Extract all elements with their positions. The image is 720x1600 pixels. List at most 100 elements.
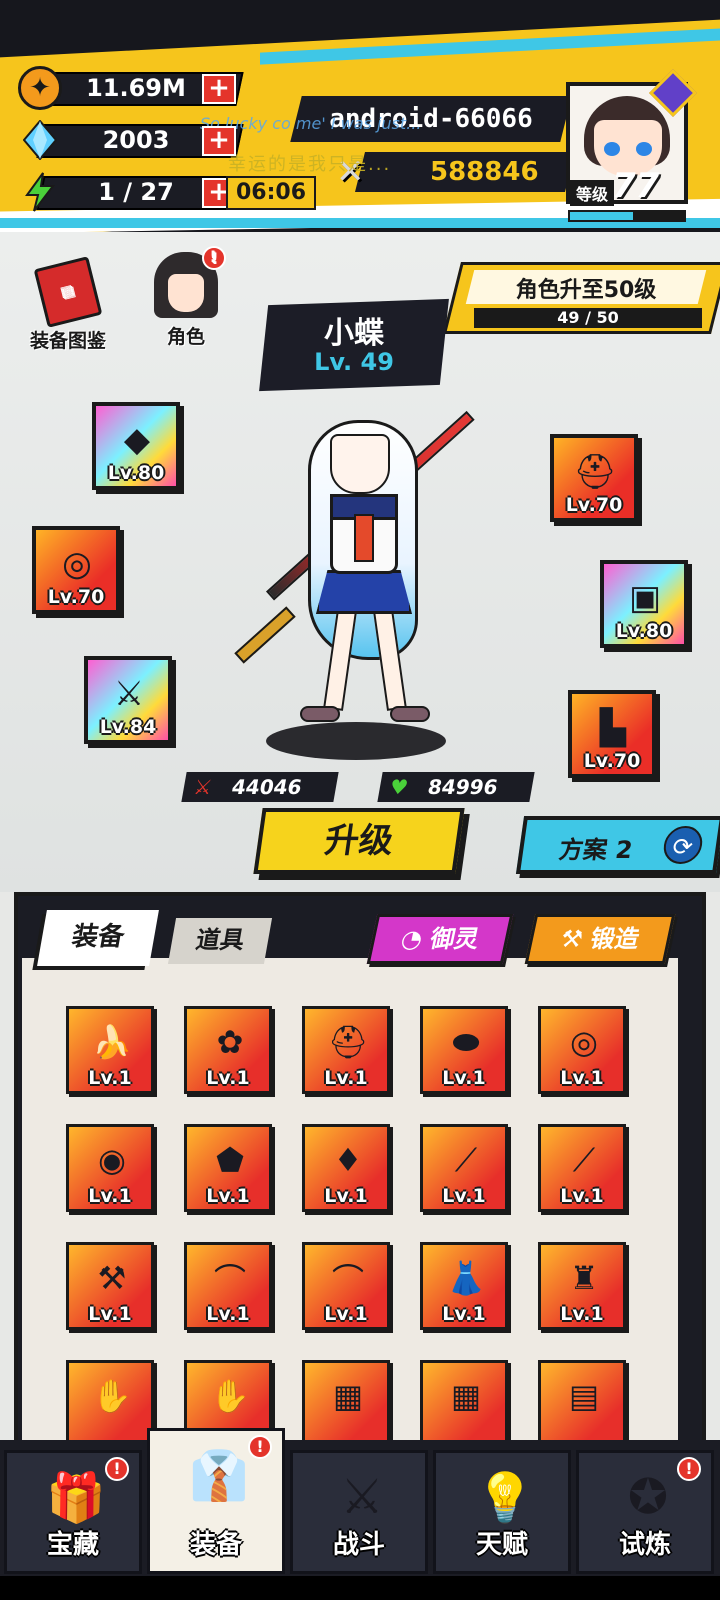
system-bar xyxy=(0,1576,720,1600)
slot-level: Lv.70 xyxy=(583,750,641,772)
inventory-item[interactable]: ♜ Lv.1 xyxy=(538,1242,626,1330)
inventory-item[interactable]: 👗 Lv.1 xyxy=(420,1242,508,1330)
vest-icon: ▦ xyxy=(332,1377,364,1415)
nav-label: 战斗 xyxy=(332,1530,385,1560)
item-level: Lv.1 xyxy=(88,1185,132,1207)
quest-progress: 49 / 50 xyxy=(557,308,619,327)
inventory-item[interactable]: ✿ Lv.1 xyxy=(184,1006,272,1094)
inventory-item[interactable]: ✋ xyxy=(66,1360,154,1448)
hat-icon: ⬬ xyxy=(452,1022,480,1061)
inventory-item[interactable]: ◎ Lv.1 xyxy=(538,1006,626,1094)
notification-badge: ! xyxy=(105,1457,129,1481)
nav-label: 试炼 xyxy=(618,1530,671,1560)
banana-blade-icon: 🍌 xyxy=(92,1023,132,1061)
level-label: 等级 xyxy=(570,180,615,206)
item-level: Lv.1 xyxy=(324,1067,368,1089)
nav-equipment[interactable]: 👔 装备! xyxy=(147,1428,285,1574)
paw-coin-icon: ✦ xyxy=(18,66,62,110)
item-level: Lv.1 xyxy=(88,1303,132,1325)
item-level: Lv.1 xyxy=(324,1185,368,1207)
character-model[interactable] xyxy=(230,410,490,760)
heart-icon: ♥ xyxy=(387,775,411,799)
plan-switch-button[interactable]: 方案 2 ⟳ xyxy=(515,816,720,874)
nav-label: 宝藏 xyxy=(46,1530,99,1560)
hp-value: 84996 xyxy=(425,775,500,799)
attack-stat: ⚔ 44046 xyxy=(181,772,339,802)
blue-glove-icon: ✋ xyxy=(92,1377,132,1415)
spirit-button[interactable]: ◔ 御灵 xyxy=(366,914,514,964)
character-name: 小蝶 xyxy=(324,316,384,351)
refresh-icon: ⟳ xyxy=(661,826,705,864)
equip-slot-helmet[interactable]: ⛑ Lv.70 xyxy=(550,434,638,522)
chat-overlay-chinese: 幸运的是我只是... xyxy=(228,154,392,175)
item-level: Lv.1 xyxy=(560,1067,604,1089)
inventory-item[interactable]: ◉ Lv.1 xyxy=(66,1124,154,1212)
boots-icon: ▙ xyxy=(599,708,627,748)
ring-icon: ◎ xyxy=(570,1023,598,1061)
forge-button[interactable]: ⚒ 锻造 xyxy=(524,914,676,964)
inventory-item[interactable]: ⟋ Lv.1 xyxy=(538,1124,626,1212)
upgrade-button[interactable]: 升级 xyxy=(253,808,465,874)
attack-value: 44046 xyxy=(229,775,304,799)
inventory-item[interactable]: ⛑ Lv.1 xyxy=(302,1006,390,1094)
necklace-icon: ◆ xyxy=(123,420,151,460)
notification-badge: ! xyxy=(677,1457,701,1481)
character-level: Lv. 49 xyxy=(314,348,394,376)
inventory-item[interactable]: 🍌 Lv.1 xyxy=(66,1006,154,1094)
item-level: Lv.1 xyxy=(324,1303,368,1325)
treasure-chest-icon: 🎁 xyxy=(46,1469,106,1526)
xp-bar xyxy=(568,210,686,222)
tab-items[interactable]: 道具 xyxy=(167,918,273,964)
codex-book-icon: ▤ xyxy=(33,256,103,328)
inventory-item[interactable]: ⌒ Lv.1 xyxy=(302,1242,390,1330)
emblem-icon: ✪ xyxy=(627,1469,669,1525)
add-gems-button[interactable]: + xyxy=(202,126,236,156)
sword-icon: ⚔ xyxy=(191,775,215,799)
inventory-item[interactable]: ▦ xyxy=(302,1360,390,1448)
quest-banner[interactable]: 角色升至50级 49 / 50 xyxy=(443,262,720,334)
ring-icon: ◎ xyxy=(62,544,92,584)
equip-slot-necklace[interactable]: ◆ Lv.80 xyxy=(92,402,180,490)
equip-slot-boots[interactable]: ▙ Lv.70 xyxy=(568,690,656,778)
nav-treasure[interactable]: 🎁 宝藏! xyxy=(4,1450,142,1574)
inventory-item[interactable]: ▤ xyxy=(538,1360,626,1448)
equipment-codex-button[interactable]: ▤ 装备图鉴 xyxy=(18,256,118,353)
inventory-item[interactable]: ♦ Lv.1 xyxy=(302,1124,390,1212)
nav-talent[interactable]: 💡 天赋 xyxy=(433,1450,571,1574)
lightning-icon xyxy=(18,170,62,214)
notification-badge: ! xyxy=(248,1435,272,1459)
nav-battle[interactable]: ⚔ 战斗 xyxy=(290,1450,428,1574)
equip-slot-weapon[interactable]: ⚔ Lv.84 xyxy=(84,656,172,744)
white-dress-icon: 👗 xyxy=(446,1259,486,1297)
nav-trial[interactable]: ✪ 试炼! xyxy=(576,1450,714,1574)
amulet-icon: ⬟ xyxy=(216,1141,244,1179)
player-level: 77 xyxy=(612,166,660,206)
inventory-item[interactable]: ⌒ Lv.1 xyxy=(184,1242,272,1330)
slot-level: Lv.80 xyxy=(107,462,165,484)
forge-label: 锻造 xyxy=(587,925,642,953)
tab-equipment[interactable]: 装备 xyxy=(37,910,159,966)
slot-level: Lv.84 xyxy=(99,716,157,738)
uniform-icon: 👔 xyxy=(189,1447,249,1504)
item-level: Lv.1 xyxy=(206,1303,250,1325)
inventory-item[interactable]: ⚒ Lv.1 xyxy=(66,1242,154,1330)
gems-resource: 2003 + xyxy=(18,118,248,162)
inventory-item[interactable]: ⬬ Lv.1 xyxy=(420,1006,508,1094)
nav-label: 装备 xyxy=(189,1530,242,1560)
player-power: 588846 xyxy=(430,157,539,187)
equip-slot-ring[interactable]: ◎ Lv.70 xyxy=(32,526,120,614)
equip-slot-armor[interactable]: ▣ Lv.80 xyxy=(600,560,688,648)
inventory-item[interactable]: ▦ xyxy=(420,1360,508,1448)
inventory-item[interactable]: ⟋ Lv.1 xyxy=(420,1124,508,1212)
scarf-icon: ✿ xyxy=(216,1023,244,1061)
diamond-icon xyxy=(18,118,62,162)
quest-title: 角色升至50级 xyxy=(515,278,657,303)
slot-level: Lv.70 xyxy=(565,494,623,516)
slot-level: Lv.80 xyxy=(615,620,673,642)
item-level: Lv.1 xyxy=(442,1067,486,1089)
inventory-item[interactable]: ⬟ Lv.1 xyxy=(184,1124,272,1212)
helmet-icon: ⛑ xyxy=(573,452,617,492)
role-button[interactable]: 角色 ! xyxy=(148,246,226,349)
scimitar-icon: ⌒ xyxy=(331,1261,364,1299)
add-coins-button[interactable]: + xyxy=(202,74,236,104)
